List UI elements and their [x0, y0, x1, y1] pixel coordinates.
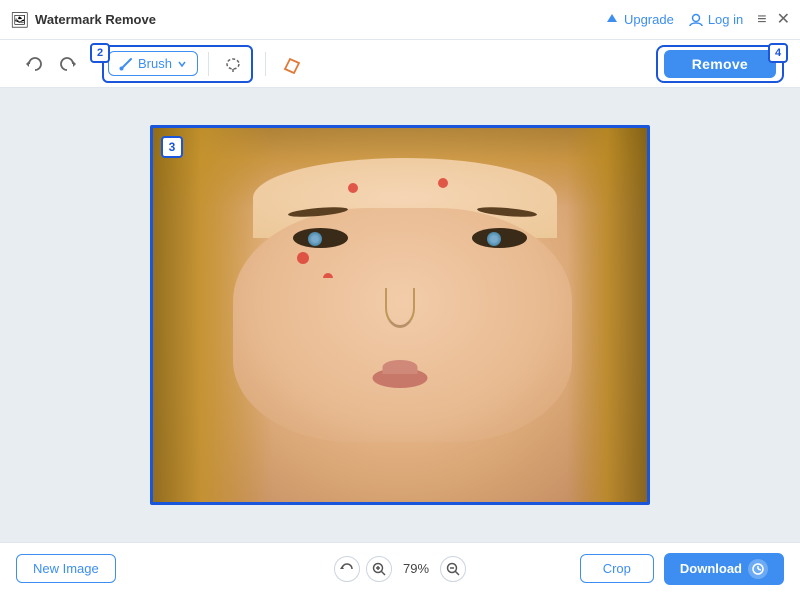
title-bar: 🖼 Watermark Remove Upgrade Log in ≡ ✕: [0, 0, 800, 40]
zoom-in-button[interactable]: [366, 556, 392, 582]
eye-left: [293, 228, 348, 248]
bottom-bar-inner: New Image 79%: [16, 553, 784, 585]
canvas-area: 3: [0, 88, 800, 542]
image-container: 3: [150, 125, 650, 505]
toolbar-divider-1: [208, 52, 209, 76]
window-controls: ≡ ✕: [757, 12, 790, 28]
zoom-controls: 79%: [334, 556, 466, 582]
crop-button[interactable]: Crop: [580, 554, 654, 583]
download-label: Download: [680, 561, 742, 576]
lips: [373, 368, 428, 388]
brush-button[interactable]: Brush: [108, 51, 198, 76]
new-image-button[interactable]: New Image: [16, 554, 116, 583]
chevron-down-icon: [177, 59, 187, 69]
badge-2: 2: [90, 43, 110, 63]
zoom-reset-button[interactable]: [334, 556, 360, 582]
eraser-button[interactable]: [278, 50, 306, 78]
app-title: Watermark Remove: [35, 12, 156, 27]
bottom-right: Crop Download: [580, 553, 784, 585]
app-icon: 🖼: [10, 11, 29, 29]
menu-button[interactable]: ≡: [757, 12, 766, 28]
toolbar: 2 Brush: [0, 40, 800, 88]
upgrade-label: Upgrade: [624, 12, 674, 27]
login-label: Log in: [708, 12, 743, 27]
eraser-icon: [282, 54, 302, 74]
badge-3: 3: [161, 136, 183, 158]
image-placeholder: [153, 128, 647, 502]
brush-group-wrapper: 2 Brush: [94, 45, 253, 83]
bottom-bar: New Image 79%: [0, 542, 800, 594]
zoom-out-button[interactable]: [440, 556, 466, 582]
zoom-reset-icon: [340, 562, 354, 576]
upgrade-button[interactable]: Upgrade: [604, 12, 674, 28]
brush-tool-group: Brush: [102, 45, 253, 83]
undo-button[interactable]: [20, 50, 48, 78]
toolbar-divider-2: [265, 52, 266, 76]
redo-button[interactable]: [54, 50, 82, 78]
lasso-icon: [224, 55, 242, 73]
download-icon: [748, 559, 768, 579]
title-bar-right: Upgrade Log in ≡ ✕: [604, 12, 790, 28]
zoom-out-icon: [446, 562, 460, 576]
user-icon: [688, 12, 704, 28]
undo-icon: [25, 55, 43, 73]
bottom-left: New Image: [16, 554, 116, 583]
nose: [385, 288, 415, 328]
remove-button[interactable]: Remove: [664, 50, 776, 78]
remove-group-wrapper: 4 Remove: [656, 45, 784, 83]
badge-4: 4: [768, 43, 788, 63]
title-bar-left: 🖼 Watermark Remove: [10, 11, 156, 29]
hair-right: [567, 128, 647, 502]
redo-icon: [59, 55, 77, 73]
login-button[interactable]: Log in: [688, 12, 743, 28]
upgrade-icon: [604, 12, 620, 28]
download-button[interactable]: Download: [664, 553, 784, 585]
remove-button-group: Remove: [656, 45, 784, 83]
zoom-value: 79%: [398, 561, 434, 576]
lasso-button[interactable]: [219, 50, 247, 78]
close-button[interactable]: ✕: [777, 12, 790, 28]
eye-right: [472, 228, 527, 248]
clock-icon: [752, 563, 764, 575]
history-controls: [16, 47, 86, 81]
brush-label: Brush: [138, 56, 172, 71]
brush-icon: [119, 57, 133, 71]
zoom-in-icon: [372, 562, 386, 576]
